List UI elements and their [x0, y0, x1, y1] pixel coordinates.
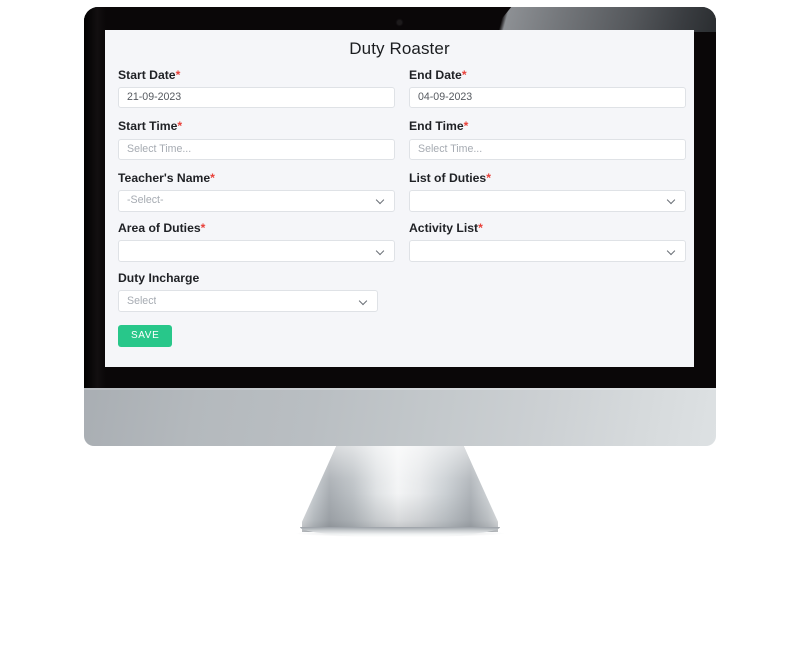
required-marker: * — [177, 119, 183, 134]
label-start-time: Start Time* — [118, 119, 395, 134]
monitor-chin-highlight — [84, 388, 716, 390]
form-row: Start Date* 21-09-2023 End Date* 04-09-2… — [118, 68, 686, 119]
teachers-name-select-value: -Select- — [127, 195, 164, 207]
label-end-time: End Time* — [409, 119, 686, 134]
end-date-input[interactable]: 04-09-2023 — [409, 87, 686, 109]
label-text: Area of Duties — [118, 220, 201, 235]
label-text: Start Time — [118, 119, 178, 134]
label-text: Activity List — [409, 220, 479, 235]
label-end-date: End Date* — [409, 68, 686, 83]
label-area-of-duties: Area of Duties* — [118, 221, 395, 236]
save-button-wrapper: SAVE — [105, 312, 694, 348]
monitor-stand-neck — [302, 446, 498, 532]
required-marker: * — [200, 220, 206, 235]
label-text: List of Duties — [409, 170, 487, 185]
bezel-left-shadow — [84, 7, 106, 388]
monitor-stand-shading — [302, 446, 498, 532]
label-duty-incharge: Duty Incharge — [118, 271, 200, 285]
camera-dot-icon — [397, 20, 402, 25]
required-marker: * — [478, 220, 483, 235]
required-marker: * — [175, 68, 181, 82]
form-row: Duty Incharge Select — [118, 271, 681, 313]
required-marker: * — [486, 170, 491, 185]
activity-list-select[interactable] — [409, 240, 686, 262]
chevron-down-icon — [667, 196, 676, 205]
label-text: End Time — [409, 119, 464, 134]
chevron-down-icon — [667, 247, 676, 256]
label-start-date: Start Date* — [118, 68, 395, 83]
label-list-of-duties: List of Duties* — [409, 171, 686, 186]
monitor-screen: Duty Roaster Start Date* 21-09-2023 End … — [105, 30, 694, 367]
duty-incharge-select-value: Select — [127, 295, 157, 307]
teachers-name-select[interactable]: -Select- — [118, 189, 395, 212]
chevron-down-icon — [359, 297, 368, 306]
field-duty-incharge: Duty Incharge Select — [118, 271, 395, 313]
chevron-down-icon — [376, 196, 385, 205]
chevron-down-icon — [376, 247, 385, 256]
start-date-input[interactable]: 21-09-2023 — [118, 87, 395, 109]
monitor-chin — [84, 388, 716, 446]
field-end-date: End Date* 04-09-2023 — [409, 68, 686, 119]
required-marker: * — [463, 119, 469, 134]
required-marker: * — [461, 68, 467, 82]
end-time-input[interactable]: Select Time... — [409, 138, 686, 160]
label-text: End Date — [409, 68, 462, 82]
field-teachers-name: Teacher's Name* -Select- — [118, 171, 395, 221]
page-title: Duty Roaster — [349, 39, 450, 58]
duty-roaster-form: Start Date* 21-09-2023 End Date* 04-09-2… — [105, 68, 694, 313]
field-end-time: End Time* Select Time... — [409, 119, 686, 170]
field-activity-list: Activity List* — [409, 221, 686, 271]
form-row: Teacher's Name* -Select- List of Duties* — [118, 171, 686, 221]
start-time-input[interactable]: Select Time... — [118, 138, 395, 160]
required-marker: * — [210, 170, 215, 185]
form-row: Area of Duties* Activity List* — [118, 221, 686, 271]
field-area-of-duties: Area of Duties* — [118, 221, 395, 271]
field-list-of-duties: List of Duties* — [409, 171, 686, 221]
duty-roaster-page: Duty Roaster Start Date* 21-09-2023 End … — [105, 30, 694, 367]
label-teachers-name: Teacher's Name* — [118, 171, 395, 186]
label-text: Teacher's Name — [118, 170, 211, 185]
monitor-scene: Duty Roaster Start Date* 21-09-2023 End … — [0, 0, 800, 669]
bezel-glare-highlight — [491, 7, 716, 32]
field-start-date: Start Date* 21-09-2023 — [118, 68, 395, 119]
area-of-duties-select[interactable] — [118, 240, 395, 262]
field-start-time: Start Time* Select Time... — [118, 119, 395, 170]
duty-incharge-select[interactable]: Select — [118, 290, 378, 313]
save-button[interactable]: SAVE — [118, 325, 173, 348]
form-row: Start Time* Select Time... End Time* Sel… — [118, 119, 686, 170]
label-text: Start Date — [118, 68, 176, 82]
list-of-duties-select[interactable] — [409, 189, 686, 212]
label-activity-list: Activity List* — [409, 221, 686, 236]
